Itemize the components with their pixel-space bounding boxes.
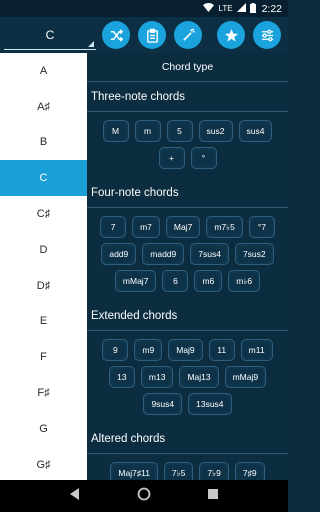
chord-chip-group: Mm 5 sus2 sus4 + ° [87, 112, 288, 178]
chord-chip[interactable]: M [102, 120, 129, 142]
key-item[interactable]: C♯ [0, 196, 87, 232]
key-item[interactable]: E [0, 304, 87, 340]
chord-chip[interactable]: m7 [132, 216, 160, 238]
chord-chip[interactable]: 7 [100, 216, 127, 238]
chord-chip[interactable]: Maj13 [179, 366, 219, 388]
chord-chip[interactable]: mMaj7 [114, 270, 157, 292]
section-title: Extended chords [87, 301, 288, 331]
chord-chip[interactable]: 7♭9 [199, 462, 229, 480]
chord-chip[interactable]: 9sus4 [143, 393, 183, 415]
chord-sections: Three-note chords Mm 5 sus2 sus4 + ° Four-note … [87, 82, 288, 480]
home-circle-icon [137, 487, 151, 500]
chord-chip[interactable]: °7 [248, 216, 275, 238]
chord-chip-group: 9 m9 Maj9 11 m11 13 m13 Maj13 mMaj9 9sus4 13sus4 [87, 331, 288, 424]
chord-chip-row: mMaj7 6 m6 m♭6 [87, 270, 288, 292]
home-nav-button[interactable] [137, 487, 151, 506]
chord-chip-row: 9 m9 Maj9 11 m11 [87, 339, 288, 361]
back-nav-button[interactable] [68, 487, 82, 506]
status-time: 2:22 [261, 2, 282, 15]
chord-chip[interactable]: Maj9 [168, 339, 203, 361]
key-item[interactable]: G♯ [0, 447, 87, 480]
chord-chip[interactable]: 7♯9 [234, 462, 265, 480]
signal-icon [236, 3, 246, 14]
recents-nav-button[interactable] [206, 487, 220, 506]
chord-chip[interactable]: + [158, 147, 185, 169]
chord-chip[interactable]: madd9 [142, 243, 185, 265]
chord-chip-row: 9sus4 13sus4 [87, 393, 288, 415]
chord-chip[interactable]: 13 [108, 366, 135, 388]
chord-chip[interactable]: 7♭5 [163, 462, 194, 480]
network-type-label: LTE [218, 4, 233, 13]
key-selector[interactable]: C [4, 20, 96, 50]
shuffle-button[interactable] [102, 21, 130, 49]
key-item[interactable]: F [0, 339, 87, 375]
key-item[interactable]: D♯ [0, 268, 87, 304]
dropdown-caret-icon [88, 41, 94, 47]
key-item[interactable]: D [0, 232, 87, 268]
shuffle-icon [110, 28, 123, 42]
chord-chip[interactable]: m [134, 120, 161, 142]
clipboard-icon [146, 28, 158, 43]
clipboard-button[interactable] [138, 21, 166, 49]
chord-chip-row: + ° [87, 147, 288, 169]
section-title: Four-note chords [87, 178, 288, 208]
chord-chip[interactable]: 7sus2 [234, 243, 274, 265]
chord-chip[interactable]: Maj7♯11 [110, 462, 158, 480]
magic-wand-button[interactable] [174, 21, 202, 49]
chord-chip-row: 7 m7 Maj7 m7♭5 °7 [87, 216, 288, 238]
key-item[interactable]: A♯ [0, 89, 87, 125]
chord-chip[interactable]: ° [190, 147, 217, 169]
chord-chip[interactable]: Maj7 [165, 216, 201, 238]
chord-chip[interactable]: 13sus4 [188, 393, 232, 415]
chord-chip[interactable]: 5 [166, 120, 193, 142]
chord-chip[interactable]: sus2 [198, 120, 233, 142]
panel-header: Chord type [87, 53, 288, 82]
chord-chip-group: 7 m7 Maj7 m7♭5 °7 add9 madd9 7sus4 7sus2 mMaj7 6 m6… [87, 208, 288, 301]
sliders-icon [261, 29, 273, 41]
key-item[interactable]: G [0, 411, 87, 447]
chord-chip[interactable]: add9 [101, 243, 137, 265]
chord-chip-row: Mm 5 sus2 sus4 [87, 120, 288, 142]
chord-chip[interactable]: sus4 [238, 120, 273, 142]
chord-chip[interactable]: m7♭5 [206, 216, 243, 238]
chord-chip-row: add9 madd9 7sus4 7sus2 [87, 243, 288, 265]
navigation-bar [0, 480, 288, 512]
recents-square-icon [208, 488, 219, 499]
key-item[interactable]: B [0, 125, 87, 161]
chord-chip-row: 13 m13 Maj13 mMaj9 [87, 366, 288, 388]
toolbar: C [0, 17, 288, 53]
section-title: Altered chords [87, 424, 288, 454]
chord-chip[interactable]: mMaj9 [224, 366, 267, 388]
chord-chip[interactable]: 7sus4 [190, 243, 229, 265]
chord-chip[interactable]: 9 [102, 339, 129, 361]
chord-chip[interactable]: m♭6 [228, 270, 261, 292]
chord-chip[interactable]: m6 [194, 270, 223, 292]
key-item[interactable]: C [0, 160, 87, 197]
chord-chip-row: Maj7♯11 7♭5 7♭9 7♯9 [87, 462, 288, 480]
chord-chip-group: Maj7♯11 7♭5 7♭9 7♯9 [87, 454, 288, 480]
key-list: A A♯ B C C♯ D D♯ E F F♯ G G♯ [0, 53, 87, 480]
wifi-icon [203, 3, 215, 14]
magic-wand-icon [182, 27, 195, 41]
chord-chip[interactable]: 6 [162, 270, 189, 292]
back-triangle-icon [69, 487, 79, 500]
key-item[interactable]: A [0, 53, 87, 89]
chord-chip[interactable]: m9 [134, 339, 163, 361]
settings-sliders-button[interactable] [253, 21, 281, 49]
section-title: Three-note chords [87, 82, 288, 112]
key-selector-value: C [45, 27, 55, 42]
chord-chip[interactable]: m11 [240, 339, 273, 361]
favorites-button[interactable] [217, 21, 245, 49]
battery-icon [249, 2, 256, 15]
chord-type-panel: Chord type Three-note chords Mm 5 sus2 sus4 +… [87, 53, 288, 480]
status-bar: LTE 2:22 [0, 0, 288, 17]
key-item[interactable]: F♯ [0, 375, 87, 411]
chord-chip[interactable]: 11 [208, 339, 235, 361]
star-icon [224, 28, 238, 42]
chord-chip[interactable]: m13 [140, 366, 174, 388]
